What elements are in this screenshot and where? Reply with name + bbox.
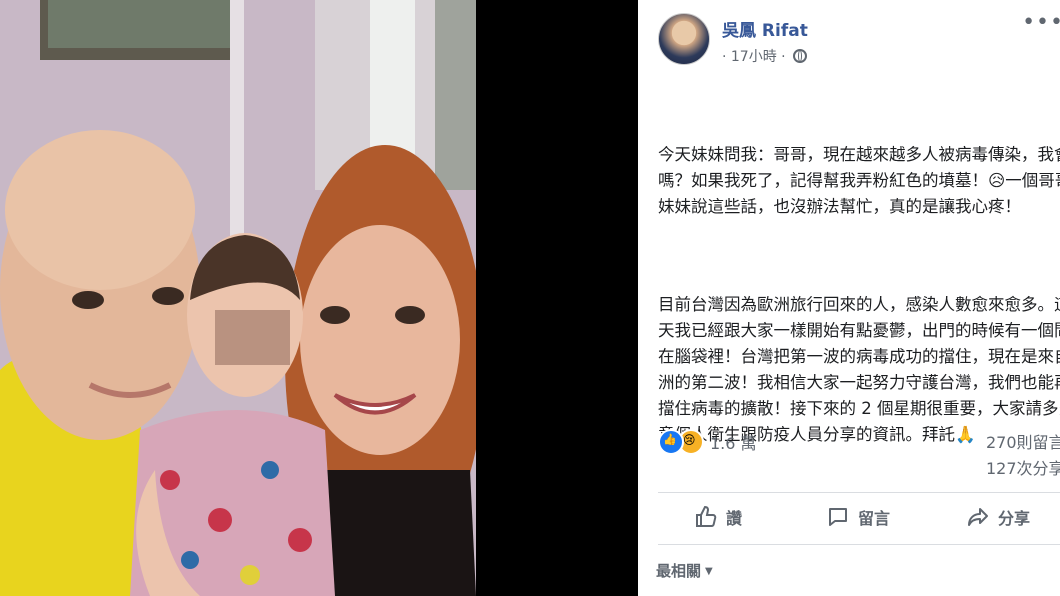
- share-arrow-icon: [968, 508, 988, 526]
- post-photo[interactable]: [0, 0, 476, 596]
- comment-icon: [829, 508, 847, 526]
- post-meta: · 17小時 ·: [722, 46, 808, 66]
- comment-button[interactable]: 留言: [826, 505, 890, 529]
- shares-count[interactable]: 127次分享: [986, 456, 1060, 482]
- image-background-gap: [476, 0, 638, 596]
- sort-label: 最相關: [656, 562, 702, 580]
- author-avatar[interactable]: [658, 13, 710, 65]
- thumbs-up-icon: [696, 505, 717, 527]
- like-button[interactable]: 讚: [694, 505, 742, 529]
- post-stats: 270則留言 127次分享: [986, 430, 1060, 482]
- like-reaction-icon: [658, 429, 684, 455]
- globe-icon: [793, 49, 808, 63]
- comment-label: 留言: [858, 509, 891, 528]
- divider: [658, 544, 1060, 545]
- facebook-post: 吳鳳 Rifat · 17小時 · ••• 今天妹妹問我：哥哥，現在越來越多人被…: [638, 0, 1060, 596]
- share-label: 分享: [998, 509, 1031, 528]
- post-paragraph: 今天妹妹問我：哥哥，現在越來越多人被病毒傳染，我會死嗎？如果我死了，記得幫我弄粉…: [658, 145, 1060, 216]
- divider: [658, 492, 1060, 493]
- post-paragraph: 目前台灣因為歐洲旅行回來的人，感染人數愈來愈多。這幾天我已經跟大家一樣開始有點憂…: [658, 295, 1060, 444]
- share-button[interactable]: 分享: [966, 505, 1030, 529]
- author-name[interactable]: 吳鳳 Rifat: [722, 16, 808, 41]
- comment-sort-dropdown[interactable]: 最相關 ▼: [656, 560, 713, 581]
- caret-down-icon: ▼: [705, 566, 713, 577]
- reactions-summary[interactable]: 1.6 萬: [658, 428, 757, 456]
- post-timestamp[interactable]: · 17小時 ·: [722, 49, 786, 65]
- family-photo-illustration: [0, 0, 476, 596]
- comments-count[interactable]: 270則留言: [986, 430, 1060, 456]
- like-label: 讚: [726, 509, 743, 528]
- reactions-count: 1.6 萬: [710, 434, 757, 453]
- more-options-icon[interactable]: •••: [1022, 10, 1060, 35]
